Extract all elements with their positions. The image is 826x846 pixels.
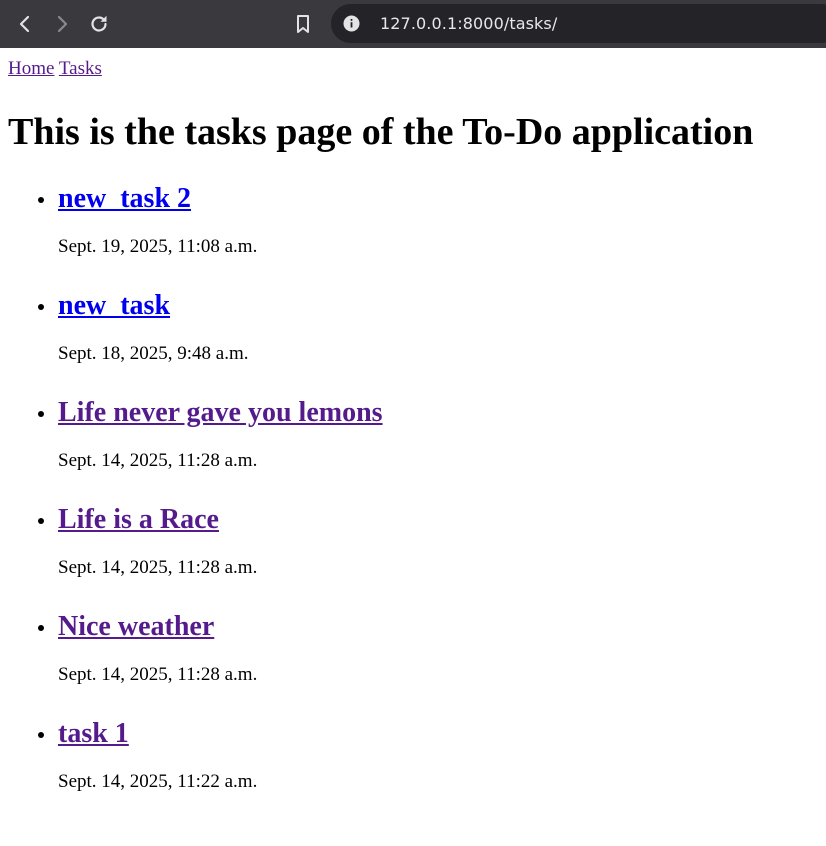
task-item: task 1 Sept. 14, 2025, 11:22 a.m. <box>0 717 826 824</box>
task-title: task 1 <box>58 717 129 751</box>
task-item: Nice weather Sept. 14, 2025, 11:28 a.m. <box>0 610 826 717</box>
task-link[interactable]: new_task 2 <box>58 183 191 214</box>
task-date: Sept. 14, 2025, 11:28 a.m. <box>58 664 258 685</box>
task-item: new_task 2 Sept. 19, 2025, 11:08 a.m. <box>0 182 826 289</box>
reload-button[interactable] <box>83 8 115 40</box>
task-item: Life never gave you lemons Sept. 14, 202… <box>0 396 826 503</box>
info-icon[interactable] <box>343 15 360 32</box>
task-title: new_task 2 <box>58 182 191 216</box>
page-title: This is the tasks page of the To-Do appl… <box>8 111 754 153</box>
task-item: new_task Sept. 18, 2025, 9:48 a.m. <box>0 289 826 396</box>
list-bullet <box>38 518 44 524</box>
reload-icon <box>91 15 107 32</box>
task-link[interactable]: new_task <box>58 290 170 321</box>
task-title: Life is a Race <box>58 503 219 537</box>
home-link[interactable]: Home <box>8 58 54 79</box>
task-date: Sept. 14, 2025, 11:22 a.m. <box>58 771 258 792</box>
list-bullet <box>38 625 44 631</box>
tasks-link[interactable]: Tasks <box>59 58 102 79</box>
task-title: Nice weather <box>58 610 214 644</box>
task-date: Sept. 19, 2025, 11:08 a.m. <box>58 236 258 257</box>
forward-arrow-icon <box>57 15 68 33</box>
task-item: Life is a Race Sept. 14, 2025, 11:28 a.m… <box>0 503 826 610</box>
page-content: Home Tasks This is the tasks page of the… <box>0 48 826 846</box>
forward-button[interactable] <box>46 8 78 40</box>
task-date: Sept. 14, 2025, 11:28 a.m. <box>58 557 258 578</box>
browser-toolbar: 127.0.0.1:8000/tasks/ <box>0 0 826 48</box>
list-bullet <box>38 732 44 738</box>
list-bullet <box>38 197 44 203</box>
task-list: new_task 2 Sept. 19, 2025, 11:08 a.m. ne… <box>0 182 826 824</box>
task-date: Sept. 18, 2025, 9:48 a.m. <box>58 343 249 364</box>
task-link[interactable]: Nice weather <box>58 611 214 642</box>
bookmark-button[interactable] <box>287 8 319 40</box>
task-link[interactable]: Life is a Race <box>58 504 219 535</box>
bookmark-icon <box>297 15 309 33</box>
back-button[interactable] <box>9 8 41 40</box>
task-link[interactable]: Life never gave you lemons <box>58 397 383 428</box>
back-arrow-icon <box>19 15 30 33</box>
address-bar[interactable]: 127.0.0.1:8000/tasks/ <box>331 4 826 43</box>
task-title: new_task <box>58 289 170 323</box>
task-link[interactable]: task 1 <box>58 718 129 749</box>
url-text[interactable]: 127.0.0.1:8000/tasks/ <box>380 4 557 43</box>
list-bullet <box>38 411 44 417</box>
list-bullet <box>38 304 44 310</box>
task-date: Sept. 14, 2025, 11:28 a.m. <box>58 450 258 471</box>
top-nav: Home Tasks <box>8 58 102 80</box>
task-title: Life never gave you lemons <box>58 396 383 430</box>
